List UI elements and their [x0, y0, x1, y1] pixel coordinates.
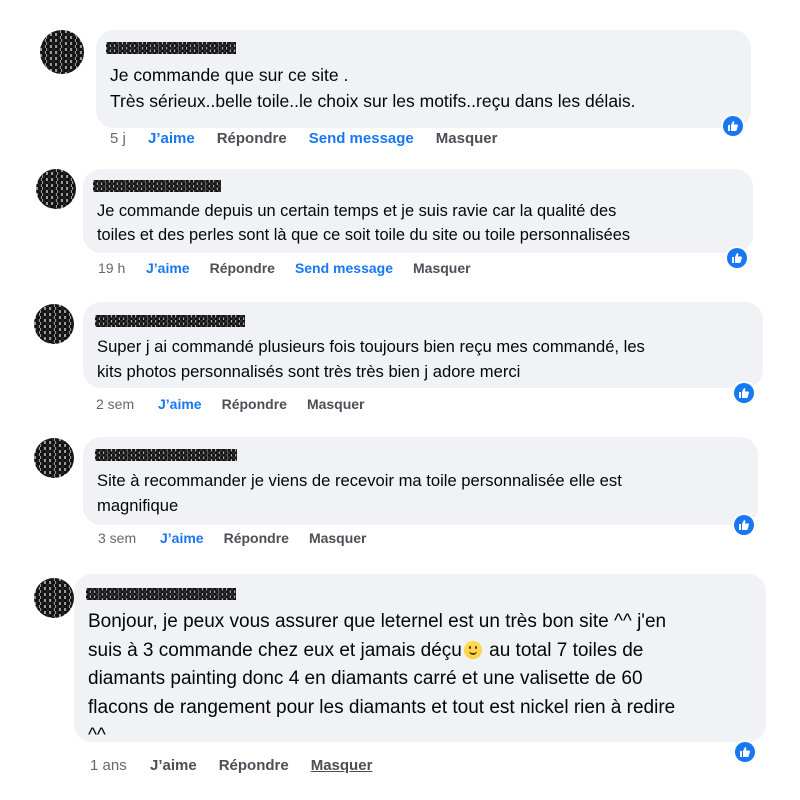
- smiling-face-emoji-icon: [463, 640, 482, 659]
- redacted-author-name[interactable]: [95, 315, 245, 327]
- reply-button[interactable]: Répondre: [224, 530, 289, 546]
- redacted-author-name[interactable]: [86, 588, 236, 600]
- reply-button[interactable]: Répondre: [217, 130, 287, 147]
- thumbs-up-icon: [739, 520, 749, 530]
- like-button[interactable]: J’aime: [158, 396, 202, 412]
- send-message-button[interactable]: Send message: [309, 130, 414, 147]
- redacted-author-name[interactable]: [93, 180, 221, 192]
- comment-bubble: Super j ai commandé plusieurs fois toujo…: [83, 302, 763, 388]
- like-button[interactable]: J’aime: [148, 130, 195, 147]
- hide-button[interactable]: Masquer: [309, 530, 367, 546]
- reaction-badge[interactable]: [725, 246, 749, 270]
- reply-button[interactable]: Répondre: [222, 396, 287, 412]
- reaction-badge[interactable]: [733, 740, 757, 764]
- timestamp[interactable]: 3 sem: [98, 530, 160, 546]
- comment-text: Super j ai commandé plusieurs fois toujo…: [97, 337, 645, 381]
- like-button[interactable]: J’aime: [160, 530, 204, 546]
- comment-bubble: Bonjour, je peux vous assurer que letern…: [74, 574, 766, 746]
- avatar[interactable]: [34, 578, 74, 618]
- comment-bubble: Je commande depuis un certain temps et j…: [83, 169, 753, 253]
- comment-actions: 3 sem J’aime Répondre Masquer: [98, 530, 367, 546]
- reply-button[interactable]: Répondre: [210, 260, 275, 276]
- hide-button[interactable]: Masquer: [307, 396, 365, 412]
- hide-button[interactable]: Masquer: [311, 757, 373, 774]
- hide-button[interactable]: Masquer: [436, 130, 498, 147]
- thumbs-up-icon: [739, 388, 749, 398]
- reaction-badge[interactable]: [732, 513, 756, 537]
- send-message-button[interactable]: Send message: [295, 260, 393, 276]
- comment-text: Je commande depuis un certain temps et j…: [97, 202, 631, 244]
- avatar[interactable]: [34, 304, 74, 344]
- timestamp[interactable]: 1 ans: [90, 757, 150, 774]
- reply-button[interactable]: Répondre: [219, 757, 289, 774]
- hide-button[interactable]: Masquer: [413, 260, 471, 276]
- avatar[interactable]: [36, 169, 76, 209]
- thumbs-up-icon: [728, 121, 738, 131]
- timestamp[interactable]: 5 j: [110, 130, 148, 147]
- thumbs-up-icon: [740, 747, 750, 757]
- comment-bubble: Site à recommander je viens de recevoir …: [83, 437, 758, 525]
- avatar[interactable]: [34, 438, 74, 478]
- comment-text: Site à recommander je viens de recevoir …: [97, 471, 622, 515]
- like-button[interactable]: J’aime: [150, 757, 197, 774]
- comment-text: Bonjour, je peux vous assurer que letern…: [88, 608, 675, 751]
- redacted-author-name[interactable]: [106, 42, 236, 54]
- avatar[interactable]: [40, 30, 84, 74]
- comment-actions: 2 sem J’aime Répondre Masquer: [96, 396, 365, 412]
- timestamp[interactable]: 19 h: [98, 260, 146, 276]
- timestamp[interactable]: 2 sem: [96, 396, 158, 412]
- comment-text: Je commande que sur ce site . Très série…: [110, 65, 636, 111]
- comment-actions: 5 j J’aime Répondre Send message Masquer: [110, 130, 497, 147]
- comment-actions: 19 h J’aime Répondre Send message Masque…: [98, 260, 471, 276]
- reaction-badge[interactable]: [732, 381, 756, 405]
- comment-actions: 1 ans J’aime Répondre Masquer: [90, 757, 372, 774]
- like-button[interactable]: J’aime: [146, 260, 190, 276]
- thumbs-up-icon: [732, 253, 742, 263]
- reaction-badge[interactable]: [721, 114, 745, 138]
- comment-bubble: Je commande que sur ce site . Très série…: [96, 30, 751, 128]
- redacted-author-name[interactable]: [95, 449, 237, 461]
